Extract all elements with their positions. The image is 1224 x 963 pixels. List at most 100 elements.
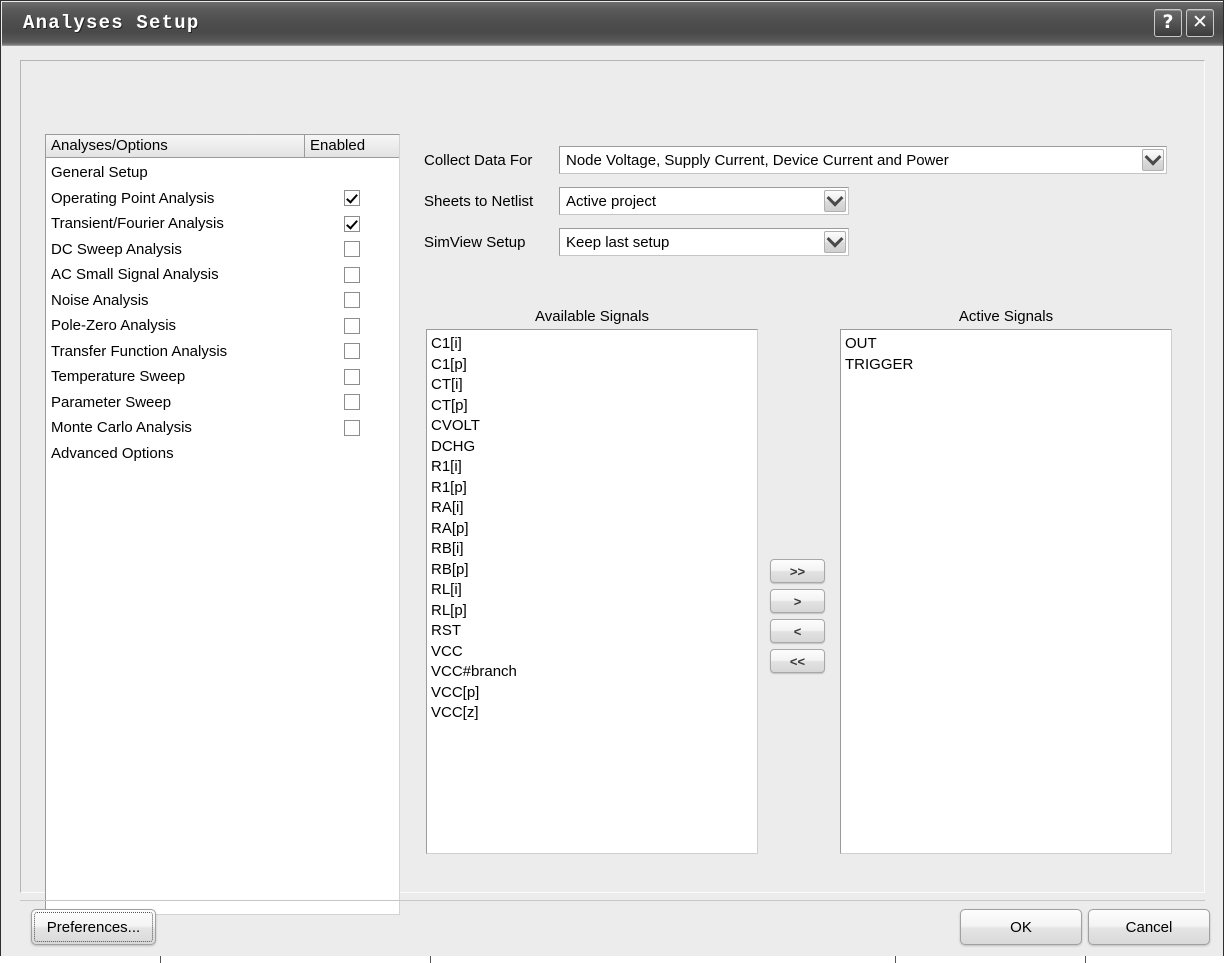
simview-setup-combo[interactable]: Keep last setup [559,228,849,256]
table-row[interactable]: Temperature Sweep [46,364,399,390]
footer-divider [20,900,1205,901]
table-row[interactable]: Transient/Fourier Analysis [46,211,399,237]
table-row[interactable]: Transfer Function Analysis [46,339,399,365]
list-item[interactable]: R1[i] [431,457,757,478]
list-item[interactable]: OUT [845,334,1171,355]
table-row[interactable]: DC Sweep Analysis [46,237,399,263]
enabled-checkbox[interactable] [344,215,360,232]
list-item[interactable]: C1[i] [431,334,757,355]
cancel-button[interactable]: Cancel [1088,909,1210,945]
table-header: Analyses/Options Enabled [46,135,399,158]
collect-data-for-value: Node Voltage, Supply Current, Device Cur… [566,151,949,169]
enabled-cell [305,190,399,207]
analysis-label: Pole-Zero Analysis [51,317,177,335]
table-row[interactable]: Parameter Sweep [46,390,399,416]
available-signals-listbox[interactable]: C1[i] C1[p] CT[i] CT[p] CVOLT DCHG R1[i] R1[p] R… [426,329,758,854]
remove-one-button[interactable]: < [770,619,825,643]
edge-tick [430,956,431,963]
enabled-checkbox[interactable] [344,394,360,411]
list-item[interactable]: CT[p] [431,396,757,417]
dialog-body: Analyses/Options Enabled General Setup Op… [2,46,1223,962]
analysis-label: Noise Analysis [51,291,149,309]
collect-data-for-combo[interactable]: Node Voltage, Supply Current, Device Cur… [559,146,1167,174]
chevron-down-icon[interactable] [1142,148,1164,171]
list-item[interactable]: CT[i] [431,375,757,396]
enabled-cell [305,266,399,283]
enabled-checkbox[interactable] [344,292,360,309]
list-item[interactable]: VCC[p] [431,683,757,704]
list-item[interactable]: R1[p] [431,478,757,499]
enabled-cell [305,419,399,436]
list-item[interactable]: RL[i] [431,580,757,601]
list-item[interactable]: RB[p] [431,560,757,581]
add-one-button[interactable]: > [770,589,825,613]
window-controls: ? ✕ [1154,9,1214,37]
ok-button[interactable]: OK [960,909,1082,945]
close-icon[interactable]: ✕ [1186,9,1214,37]
table-row[interactable]: Monte Carlo Analysis [46,415,399,441]
sheets-to-netlist-row: Sheets to Netlist Active project [424,187,849,215]
list-item[interactable]: C1[p] [431,355,757,376]
window-bottom-edge [0,956,1224,963]
enabled-checkbox[interactable] [344,317,360,334]
add-all-button[interactable]: >> [770,559,825,583]
collect-data-for-label: Collect Data For [424,151,533,169]
list-item[interactable]: CVOLT [431,416,757,437]
table-row[interactable]: Pole-Zero Analysis [46,313,399,339]
enabled-cell [305,292,399,309]
analysis-label: Transient/Fourier Analysis [51,215,224,233]
signal-transfer-buttons: >> > < << [770,559,825,673]
enabled-cell [305,445,399,461]
table-body: General Setup Operating Point Analysis Tra… [46,158,399,466]
enabled-cell [305,317,399,334]
active-signals-listbox[interactable]: OUT TRIGGER [840,329,1172,854]
title-bar: Analyses Setup ? ✕ [2,2,1223,46]
available-signals-title: Available Signals [535,308,649,325]
list-item[interactable]: VCC#branch [431,662,757,683]
remove-all-button[interactable]: << [770,649,825,673]
list-item[interactable]: RB[i] [431,539,757,560]
analysis-label: Monte Carlo Analysis [51,419,192,437]
table-row[interactable]: Noise Analysis [46,288,399,314]
chevron-down-icon[interactable] [824,189,846,212]
edge-tick [895,956,896,963]
edge-tick [160,956,161,963]
list-item[interactable]: RA[i] [431,498,757,519]
enabled-checkbox[interactable] [344,368,360,385]
column-header-enabled: Enabled [305,135,399,157]
simview-setup-value: Keep last setup [566,233,670,251]
list-item[interactable]: RST [431,621,757,642]
collect-data-for-row: Collect Data For Node Voltage, Supply Cu… [424,146,1167,174]
enabled-checkbox[interactable] [344,190,360,207]
list-item[interactable]: VCC [431,642,757,663]
sheets-to-netlist-label: Sheets to Netlist [424,192,534,210]
table-row[interactable]: AC Small Signal Analysis [46,262,399,288]
enabled-checkbox[interactable] [344,343,360,360]
table-row[interactable]: Advanced Options [46,441,399,467]
table-row[interactable]: General Setup [46,160,399,186]
preferences-button[interactable]: Preferences... [31,909,156,945]
list-item[interactable]: RA[p] [431,519,757,540]
list-item[interactable]: DCHG [431,437,757,458]
chevron-down-icon[interactable] [824,230,846,253]
list-item[interactable]: VCC[z] [431,703,757,724]
enabled-checkbox[interactable] [344,266,360,283]
enabled-checkbox[interactable] [344,241,360,258]
enabled-cell [305,165,399,181]
list-item[interactable]: TRIGGER [845,355,1171,376]
table-row[interactable]: Operating Point Analysis [46,186,399,212]
enabled-checkbox[interactable] [344,419,360,436]
help-icon[interactable]: ? [1154,9,1182,37]
enabled-cell [305,241,399,258]
list-item[interactable]: RL[p] [431,601,757,622]
enabled-cell [305,394,399,411]
analyses-options-table[interactable]: Analyses/Options Enabled General Setup Op… [45,134,400,915]
column-header-analyses: Analyses/Options [46,135,305,157]
analysis-label: General Setup [51,164,148,182]
sheets-to-netlist-combo[interactable]: Active project [559,187,849,215]
analysis-label: Advanced Options [51,444,174,462]
enabled-cell [305,343,399,360]
analysis-label: Parameter Sweep [51,393,172,411]
edge-tick [1085,956,1086,963]
analysis-label: AC Small Signal Analysis [51,266,219,284]
